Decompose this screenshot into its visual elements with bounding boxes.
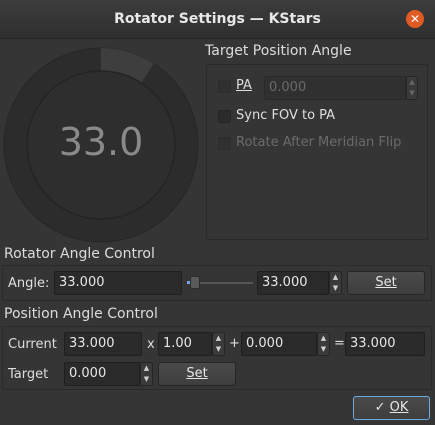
current-input[interactable]: 33.000 <box>64 332 142 356</box>
angle-input[interactable]: 33.000 <box>54 271 182 295</box>
offset-input[interactable]: 0.000 <box>241 332 317 356</box>
angle-slider-handle[interactable] <box>189 276 200 289</box>
ok-button[interactable]: ✓ OK <box>353 396 430 420</box>
equals-label: = <box>334 336 345 351</box>
angle-spinner[interactable]: ▲ ▼ <box>329 271 342 295</box>
multiply-label: x <box>147 337 155 352</box>
target-spinner[interactable]: ▲ ▼ <box>140 362 153 386</box>
pa-input[interactable]: 0.000 <box>264 76 406 100</box>
window-title: Rotator Settings — KStars <box>114 11 321 27</box>
rotate-after-flip-checkbox[interactable] <box>218 137 231 150</box>
target-label: Target <box>8 367 49 382</box>
target-set-button[interactable]: Set <box>158 362 236 386</box>
multiplier-spinner[interactable]: ▲ ▼ <box>212 332 225 356</box>
sync-fov-checkbox[interactable] <box>218 110 231 123</box>
rotate-after-flip-label: Rotate After Meridian Flip <box>236 135 402 150</box>
current-label: Current <box>8 337 57 352</box>
angle-label: Angle: <box>8 276 50 291</box>
pa-label: PA <box>236 78 252 93</box>
pa-checkbox[interactable] <box>218 80 231 93</box>
angle-spin-input[interactable]: 33.000 <box>257 271 329 295</box>
rotator-angle-title: Rotator Angle Control <box>4 246 155 262</box>
offset-spinner[interactable]: ▲ ▼ <box>317 332 330 356</box>
position-angle-title: Position Angle Control <box>4 306 158 322</box>
close-icon[interactable]: ✕ <box>406 10 424 28</box>
multiplier-input[interactable]: 1.00 <box>158 332 212 356</box>
target-input[interactable]: 0.000 <box>64 362 140 386</box>
rotator-set-button[interactable]: Set <box>347 271 425 295</box>
target-pa-title: Target Position Angle <box>205 43 352 59</box>
result-input[interactable]: 33.000 <box>345 332 425 356</box>
pa-spinner[interactable]: ▲ ▼ <box>406 76 418 100</box>
check-icon: ✓ <box>374 400 386 415</box>
plus-label: + <box>229 336 240 351</box>
sync-fov-label: Sync FOV to PA <box>236 108 336 123</box>
gauge-value: 33.0 <box>58 120 144 164</box>
